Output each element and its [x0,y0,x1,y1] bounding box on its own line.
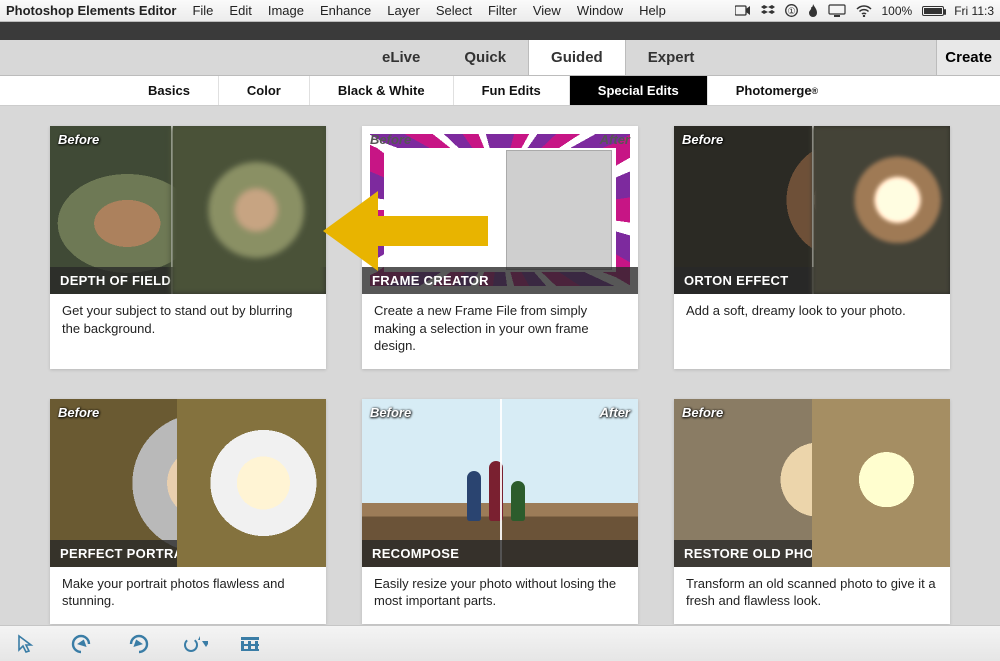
card-thumb: Before After RESTORE OLD PHOTO [674,399,950,567]
card-recompose[interactable]: Before After RECOMPOSE Easily resize you… [362,399,638,624]
card-title: DEPTH OF FIELD [50,267,326,294]
tab-guided[interactable]: Guided [528,40,626,75]
card-frame-creator[interactable]: Before After FRAME CREATOR Create a new … [362,126,638,369]
menu-view[interactable]: View [533,3,561,18]
before-label: Before [370,132,411,147]
card-desc: Get your subject to stand out by blurrin… [50,294,326,351]
before-label: Before [58,132,99,147]
subnav-fun[interactable]: Fun Edits [453,76,569,105]
battery-icon[interactable] [922,6,944,16]
card-restore-old-photo[interactable]: Before After RESTORE OLD PHOTO Transform… [674,399,950,624]
card-thumb: Before After FRAME CREATOR [362,126,638,294]
app-name: Photoshop Elements Editor [6,3,176,18]
after-label: After [912,405,942,420]
subnav-special[interactable]: Special Edits [569,76,707,105]
frame-selection [506,150,612,270]
card-title: RECOMPOSE [362,540,638,567]
flame-icon[interactable] [808,4,818,18]
grid-icon [241,637,259,651]
card-depth-of-field[interactable]: Before After DEPTH OF FIELD Get your sub… [50,126,326,369]
subnav-color[interactable]: Color [218,76,309,105]
split-divider [812,399,814,567]
mode-tabs: eLive Quick Guided Expert Create [0,40,1000,76]
menu-layer[interactable]: Layer [387,3,420,18]
undo-button[interactable] [68,630,96,658]
dropbox-icon[interactable] [761,5,775,17]
split-divider [812,126,814,294]
card-orton-effect[interactable]: Before After ORTON EFFECT Add a soft, dr… [674,126,950,369]
battery-pct: 100% [882,4,913,18]
card-title: ORTON EFFECT [674,267,950,294]
wifi-icon[interactable] [856,5,872,17]
before-label: Before [58,405,99,420]
menu-edit[interactable]: Edit [229,3,251,18]
card-title: FRAME CREATOR [362,267,638,294]
layout-grid-button[interactable] [236,630,264,658]
card-thumb: Before After DEPTH OF FIELD [50,126,326,294]
card-desc: Easily resize your photo without losing … [362,567,638,624]
after-label: After [600,132,630,147]
before-label: Before [682,405,723,420]
card-desc: Make your portrait photos flawless and s… [50,567,326,624]
menu-select[interactable]: Select [436,3,472,18]
guided-card-grid: Before After DEPTH OF FIELD Get your sub… [0,106,1000,644]
split-divider [171,126,173,294]
rotate-button[interactable] [180,630,208,658]
card-perfect-portrait[interactable]: Before After PERFECT PORTRAIT Make your … [50,399,326,624]
create-button[interactable]: Create [936,40,1000,75]
app-titlebar [0,22,1000,40]
after-label: After [288,132,318,147]
mac-menubar: Photoshop Elements Editor File Edit Imag… [0,0,1000,22]
card-desc: Add a soft, dreamy look to your photo. [674,294,950,350]
redo-button[interactable] [124,630,152,658]
after-label: After [600,405,630,420]
bottom-toolbar [0,625,1000,661]
after-label: After [288,405,318,420]
display-icon[interactable] [828,4,846,17]
subnav-basics[interactable]: Basics [120,76,218,105]
split-divider [177,399,179,567]
menu-file[interactable]: File [192,3,213,18]
after-label: After [912,132,942,147]
video-icon[interactable] [735,5,751,16]
card-desc: Transform an old scanned photo to give i… [674,567,950,624]
subnav-photomerge[interactable]: Photomerge® [707,76,846,105]
menu-help[interactable]: Help [639,3,666,18]
svg-text:①: ① [787,6,795,16]
menubar-clock: Fri 11:3 [954,4,994,18]
tab-elive[interactable]: eLive [360,40,442,75]
menu-enhance[interactable]: Enhance [320,3,371,18]
menu-window[interactable]: Window [577,3,623,18]
guided-subnav: Basics Color Black & White Fun Edits Spe… [0,76,1000,106]
card-title: RESTORE OLD PHOTO [674,540,950,567]
before-label: Before [370,405,411,420]
tab-expert[interactable]: Expert [626,40,717,75]
before-label: Before [682,132,723,147]
menu-image[interactable]: Image [268,3,304,18]
pointer-tool-icon[interactable] [12,630,40,658]
card-title: PERFECT PORTRAIT [50,540,326,567]
tab-quick[interactable]: Quick [442,40,528,75]
circle-i-icon[interactable]: ① [785,4,798,17]
card-thumb: Before After PERFECT PORTRAIT [50,399,326,567]
card-desc: Create a new Frame File from simply maki… [362,294,638,369]
card-thumb: Before After RECOMPOSE [362,399,638,567]
subnav-bw[interactable]: Black & White [309,76,453,105]
card-thumb: Before After ORTON EFFECT [674,126,950,294]
menu-filter[interactable]: Filter [488,3,517,18]
